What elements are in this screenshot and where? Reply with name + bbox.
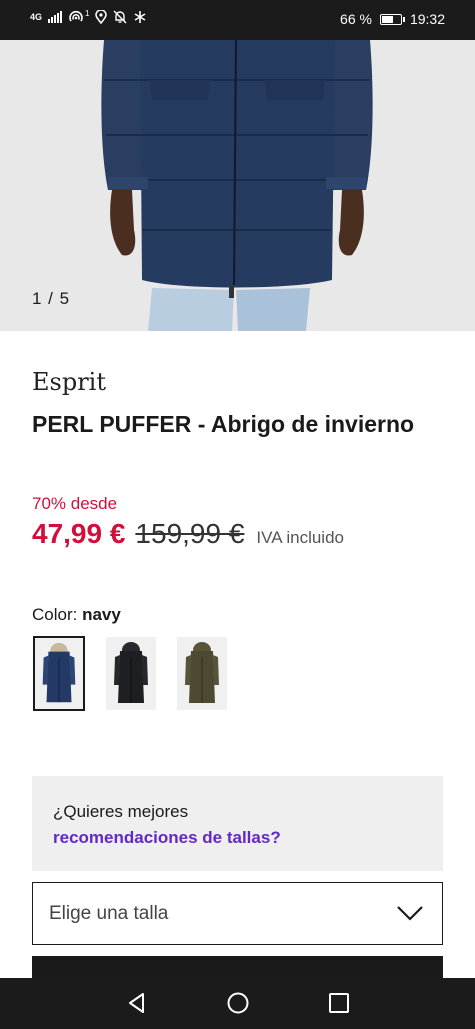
network-type: 4G [30, 12, 43, 22]
status-right: 66 % 19:32 [340, 11, 445, 27]
signal-icon [48, 11, 63, 23]
color-swatch-navy[interactable] [33, 636, 85, 711]
color-swatches [33, 636, 227, 711]
product-image-gallery[interactable]: 1 / 5 [0, 40, 475, 331]
size-recommendation-box: ¿Quieres mejores recomendaciones de tall… [32, 776, 443, 871]
status-bar: 4G 1 66 % 19:32 [0, 0, 475, 40]
hotspot-icon [69, 10, 83, 22]
battery-percentage: 66 % [340, 11, 372, 27]
clock: 19:32 [409, 11, 445, 27]
home-icon[interactable] [226, 991, 250, 1015]
color-swatch-black[interactable] [106, 637, 156, 710]
battery-icon [379, 13, 405, 25]
coat-thumbnail-olive [177, 637, 227, 710]
size-recommendation-link[interactable]: recomendaciones de tallas? [53, 828, 281, 848]
product-photo [0, 40, 475, 331]
status-left: 4G 1 [30, 8, 147, 24]
current-price: 47,99 € [32, 518, 126, 549]
brand-name[interactable]: Esprit [32, 368, 106, 396]
android-nav-bar [0, 978, 475, 1029]
price-row: 47,99 € 159,99 € IVA incluido [32, 518, 344, 550]
coat-thumbnail-navy [35, 638, 83, 709]
product-title: PERL PUFFER - Abrigo de invierno [32, 411, 415, 437]
selected-color: navy [82, 605, 121, 624]
back-icon[interactable] [125, 991, 149, 1015]
mute-icon [113, 10, 127, 24]
chevron-down-icon [397, 906, 423, 921]
color-swatch-olive[interactable] [177, 637, 227, 710]
color-label: Color: navy [32, 605, 121, 625]
signal-superscript: 1 [85, 8, 90, 18]
original-price: 159,99 € [135, 518, 245, 549]
vat-label: IVA incluido [256, 528, 344, 547]
discount-label: 70% desde [32, 494, 118, 513]
coat-thumbnail-black [106, 637, 156, 710]
size-select-placeholder: Elige una talla [49, 903, 169, 924]
gallery-counter: 1 / 5 [32, 289, 71, 308]
color-label-prefix: Color: [32, 605, 83, 624]
size-recommendation-question: ¿Quieres mejores [53, 802, 189, 821]
add-to-cart-button[interactable] [32, 956, 443, 978]
recents-icon[interactable] [327, 991, 351, 1015]
size-select[interactable]: Elige una talla [32, 882, 443, 945]
bluetooth-icon [135, 11, 146, 23]
location-icon [95, 10, 108, 24]
